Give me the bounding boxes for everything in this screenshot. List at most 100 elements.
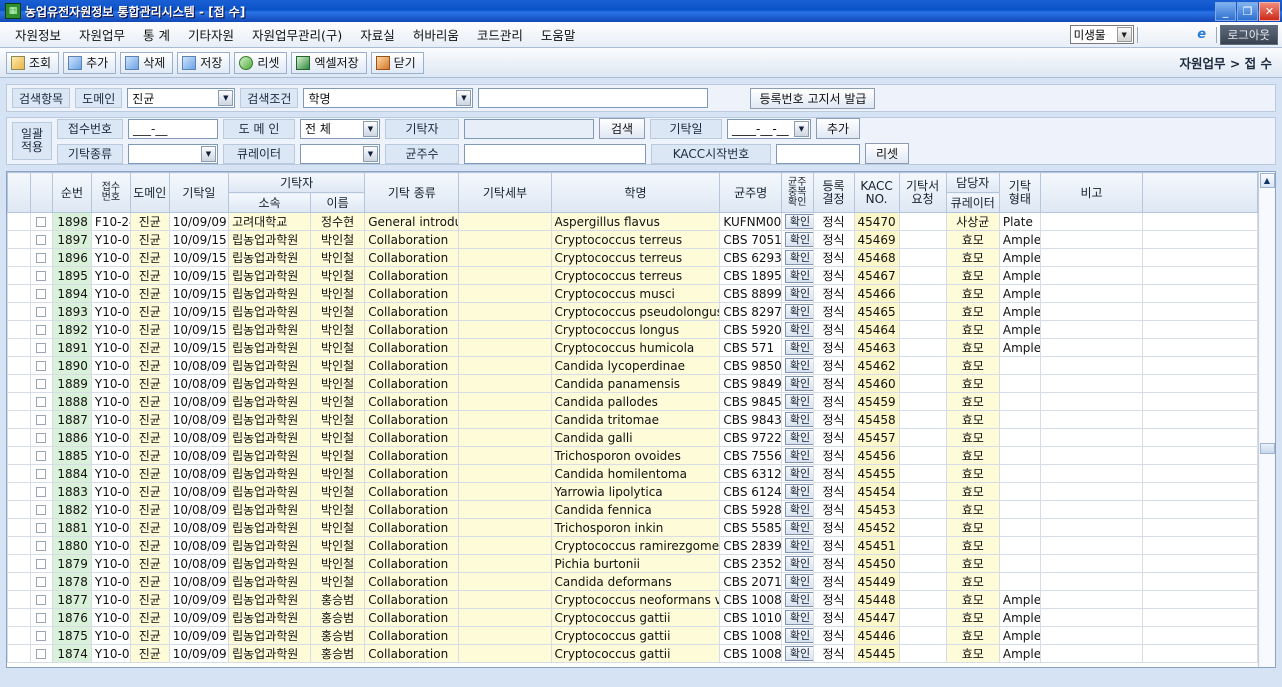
cell-manager-curator[interactable]: 효모 — [945, 446, 1000, 465]
table-row[interactable]: 1883Y10-01진균10/08/09립농업과학원박인철Collaborati… — [7, 482, 1258, 501]
cell-depositor-org[interactable]: 립농업과학원 — [228, 464, 311, 483]
menu-item-resource-task[interactable]: 자원업무 — [70, 22, 134, 47]
cell-deposit-date[interactable]: 10/09/15 — [168, 284, 230, 303]
cell-reg-decision[interactable]: 정식 — [812, 230, 855, 249]
cell-dup-check[interactable]: 확인 — [780, 374, 814, 393]
cell-sci-name[interactable]: Cryptococcus neoformans var. — [550, 590, 721, 609]
cell-deposit-type[interactable]: Collaboration — [364, 284, 460, 303]
cell-receipt-no[interactable]: Y10-01 — [90, 500, 131, 519]
checkbox-icon[interactable] — [36, 523, 47, 533]
row-checkbox[interactable] — [29, 500, 54, 519]
cell-deposit-form[interactable] — [998, 500, 1041, 519]
cell-depositor-name[interactable]: 박인철 — [309, 572, 366, 591]
menu-item-statistics[interactable]: 통 계 — [134, 22, 179, 47]
cell-deposit-detail[interactable] — [458, 302, 552, 321]
cell-sci-name[interactable]: Candida panamensis — [550, 374, 721, 393]
th-reg-decision[interactable]: 등록 결정 — [812, 172, 855, 213]
cell-deposit-date[interactable]: 10/09/09 — [168, 608, 230, 627]
issue-registration-notice-button[interactable]: 등록번호 고지서 발급 — [750, 87, 876, 109]
cell-request-doc[interactable] — [898, 446, 947, 465]
cell-depositor-org[interactable]: 립농업과학원 — [228, 356, 311, 375]
checkbox-icon[interactable] — [36, 595, 47, 605]
cell-deposit-date[interactable]: 10/08/09 — [168, 428, 230, 447]
cell-remark[interactable] — [1039, 302, 1144, 321]
cell-sci-name[interactable]: Candida lycoperdinae — [550, 356, 721, 375]
cell-receipt-no[interactable]: F10-24 — [90, 212, 131, 231]
cell-depositor-org[interactable]: 립농업과학원 — [228, 608, 311, 627]
cell-request-doc[interactable] — [898, 338, 947, 357]
cell-dup-check[interactable]: 확인 — [780, 464, 814, 483]
cell-deposit-type[interactable]: Collaboration — [364, 500, 460, 519]
cell-reg-decision[interactable]: 정식 — [812, 248, 855, 267]
cell-kacc-no[interactable]: 45450 — [853, 554, 900, 573]
cell-remark[interactable] — [1039, 500, 1144, 519]
cell-strain-name[interactable]: CBS 10082 — [719, 626, 782, 645]
vertical-scrollbar[interactable]: ▲ — [1258, 172, 1275, 667]
search-domain-select[interactable]: 진균 ▼ — [127, 88, 236, 108]
cell-sci-name[interactable]: Cryptococcus humicola — [550, 338, 721, 357]
confirm-button[interactable]: 확인 — [784, 628, 813, 643]
cell-deposit-date[interactable]: 10/09/15 — [168, 248, 230, 267]
batch-reset-button[interactable]: 리셋 — [865, 143, 909, 164]
cell-depositor-name[interactable]: 박인철 — [309, 302, 366, 321]
cell-remark[interactable] — [1039, 554, 1144, 573]
scrollbar-thumb[interactable] — [1259, 443, 1275, 454]
cell-deposit-date[interactable]: 10/08/09 — [168, 464, 230, 483]
table-row[interactable]: 1893Y10-02진균10/09/15립농업과학원박인철Collaborati… — [7, 302, 1258, 321]
cell-reg-decision[interactable]: 정식 — [812, 518, 855, 537]
cell-receipt-no[interactable]: Y10-01 — [90, 392, 131, 411]
checkbox-icon[interactable] — [36, 379, 47, 389]
cell-deposit-detail[interactable] — [458, 410, 552, 429]
cell-reg-decision[interactable]: 정식 — [812, 554, 855, 573]
cell-kacc-no[interactable]: 45455 — [853, 464, 900, 483]
cell-depositor-org[interactable]: 립농업과학원 — [228, 338, 311, 357]
checkbox-icon[interactable] — [36, 559, 47, 569]
cell-remark[interactable] — [1039, 626, 1144, 645]
cell-deposit-detail[interactable] — [458, 536, 552, 555]
cell-receipt-no[interactable]: Y10-01 — [90, 482, 131, 501]
cell-deposit-form[interactable]: Ample — [998, 320, 1041, 339]
delete-button[interactable]: 삭제 — [120, 51, 174, 74]
cell-strain-name[interactable]: CBS 10101 — [719, 608, 782, 627]
cell-domain[interactable]: 진균 — [129, 320, 170, 339]
curator-select[interactable]: ▼ — [300, 143, 380, 164]
table-row[interactable]: 1885Y10-01진균10/08/09립농업과학원박인철Collaborati… — [7, 446, 1258, 465]
cell-manager-curator[interactable]: 효모 — [945, 302, 1000, 321]
cell-strain-name[interactable]: CBS 8297 — [719, 302, 782, 321]
sitemap-icon[interactable]: ⛁ — [1166, 25, 1188, 45]
row-checkbox[interactable] — [29, 374, 54, 393]
cell-sci-name[interactable]: Trichosporon inkin — [550, 518, 721, 537]
menu-item-resource-task-mgmt-old[interactable]: 자원업무관리(구) — [243, 22, 351, 47]
cell-remark[interactable] — [1039, 338, 1144, 357]
cell-depositor-org[interactable]: 고려대학교 — [228, 212, 311, 231]
cell-dup-check[interactable]: 확인 — [780, 392, 814, 411]
cell-request-doc[interactable] — [898, 536, 947, 555]
cell-request-doc[interactable] — [898, 428, 947, 447]
cell-depositor-org[interactable]: 립농업과학원 — [228, 374, 311, 393]
cell-deposit-type[interactable]: Collaboration — [364, 338, 460, 357]
cell-receipt-no[interactable]: Y10-02 — [90, 320, 131, 339]
cell-deposit-type[interactable]: Collaboration — [364, 518, 460, 537]
cell-sci-name[interactable]: Aspergillus flavus — [550, 212, 721, 231]
cell-reg-decision[interactable]: 정식 — [812, 482, 855, 501]
cell-sci-name[interactable]: Cryptococcus musci — [550, 284, 721, 303]
cell-deposit-type[interactable]: Collaboration — [364, 608, 460, 627]
cell-depositor-name[interactable]: 홍승범 — [309, 590, 366, 609]
cell-depositor-org[interactable]: 립농업과학원 — [228, 392, 311, 411]
th-request-doc[interactable]: 기탁서 요청 — [898, 172, 947, 213]
cell-depositor-org[interactable]: 립농업과학원 — [228, 482, 311, 501]
cell-remark[interactable] — [1039, 644, 1144, 663]
cell-request-doc[interactable] — [898, 248, 947, 267]
cell-remark[interactable] — [1039, 446, 1144, 465]
cell-dup-check[interactable]: 확인 — [780, 554, 814, 573]
table-row[interactable]: 1889Y10-01진균10/08/09립농업과학원박인철Collaborati… — [7, 374, 1258, 393]
cell-receipt-no[interactable]: Y10-01 — [90, 446, 131, 465]
cell-manager-curator[interactable]: 효모 — [945, 590, 1000, 609]
cell-remark[interactable] — [1039, 590, 1144, 609]
cell-remark[interactable] — [1039, 464, 1144, 483]
cell-request-doc[interactable] — [898, 626, 947, 645]
cell-remark[interactable] — [1039, 248, 1144, 267]
table-row[interactable]: 1887Y10-01진균10/08/09립농업과학원박인철Collaborati… — [7, 410, 1258, 429]
cell-remark[interactable] — [1039, 230, 1144, 249]
cell-kacc-no[interactable]: 45451 — [853, 536, 900, 555]
